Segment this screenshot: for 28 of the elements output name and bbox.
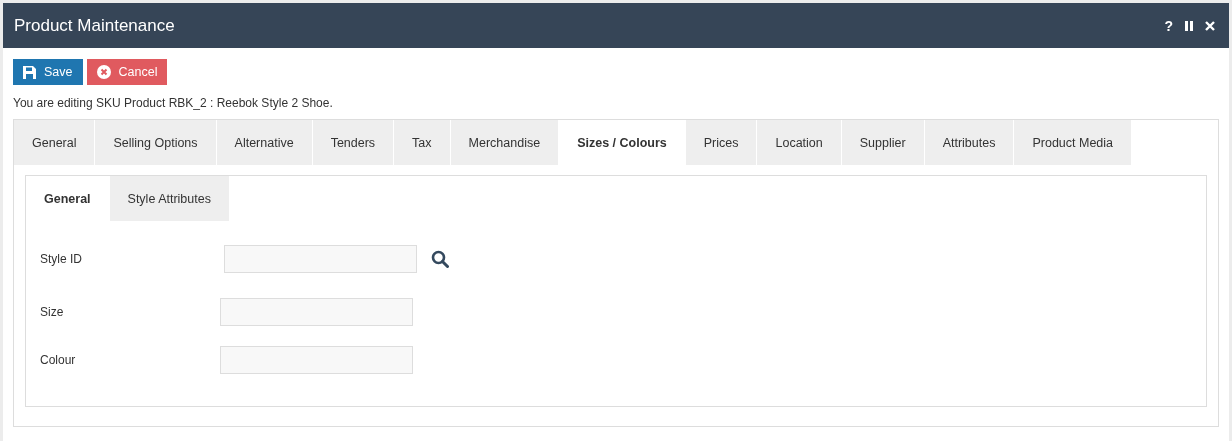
close-icon: [1205, 20, 1215, 31]
tab[interactable]: Product Media: [1014, 120, 1132, 165]
search-icon: [431, 250, 449, 268]
tab[interactable]: Merchandise: [450, 120, 559, 165]
window-title: Product Maintenance: [14, 15, 175, 36]
tab[interactable]: Selling Options: [95, 120, 216, 165]
editing-message: You are editing SKU Product RBK_2 : Reebok Style 2 Shoe.: [13, 96, 334, 110]
x-circle-icon: [96, 65, 111, 79]
tab[interactable]: Attributes: [924, 120, 1014, 165]
tab[interactable]: General: [14, 120, 95, 165]
cancel-button[interactable]: Cancel: [86, 59, 168, 85]
pause-icon: [1185, 20, 1193, 31]
field-label: Style ID: [40, 252, 83, 266]
tab[interactable]: Style Attributes: [109, 176, 229, 221]
field-label: Colour: [40, 353, 77, 367]
field-label: Size: [40, 305, 65, 319]
tab[interactable]: Tax: [394, 120, 450, 165]
search-button[interactable]: [431, 250, 449, 268]
tab[interactable]: Prices: [685, 120, 757, 165]
input-field[interactable]: [224, 245, 417, 273]
save-button[interactable]: Save: [13, 59, 83, 85]
tab[interactable]: Alternative: [216, 120, 312, 165]
help-button[interactable]: ?: [1160, 15, 1177, 36]
tab[interactable]: Location: [757, 120, 841, 165]
tab[interactable]: Supplier: [841, 120, 924, 165]
tab[interactable]: Tenders: [312, 120, 394, 165]
input-field[interactable]: [220, 346, 413, 374]
input-field[interactable]: [220, 298, 413, 326]
